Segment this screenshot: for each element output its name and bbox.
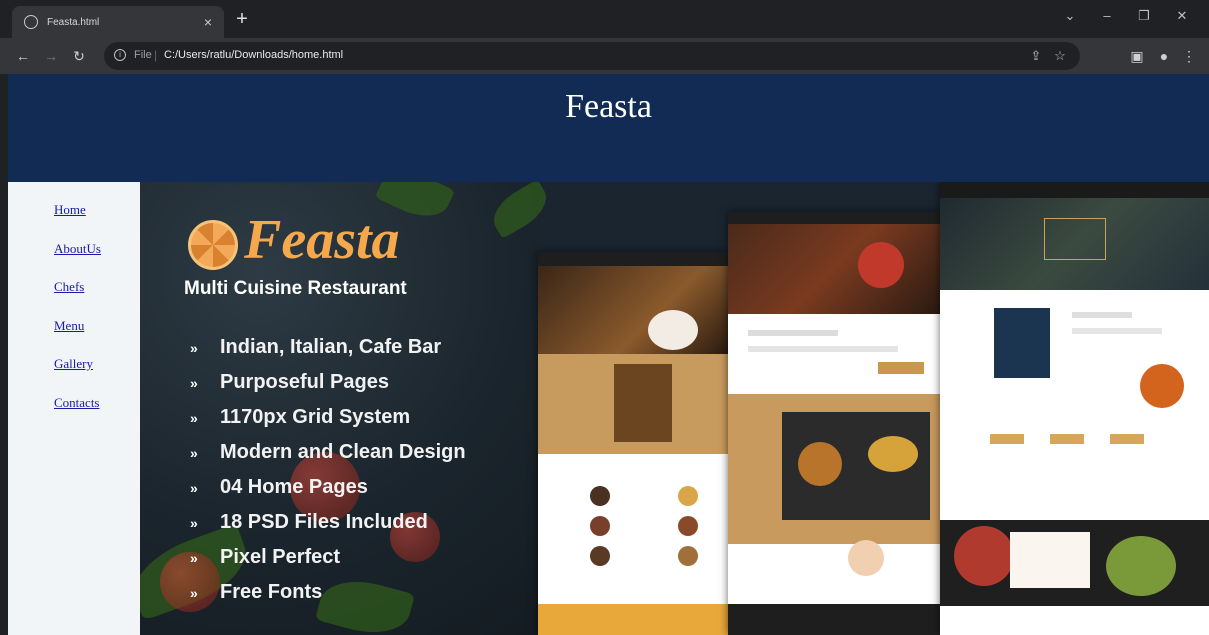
url-text[interactable]: C:/Users/ratlu/Downloads/home.html <box>164 49 343 61</box>
price-tag <box>1050 434 1084 444</box>
mockup-portrait <box>614 364 672 442</box>
brand-logo-text: Feasta <box>244 209 400 271</box>
sidebar-icon[interactable]: ▣ <box>1128 47 1146 65</box>
feature-item: » 04 Home Pages <box>190 476 368 498</box>
form-button <box>878 362 924 374</box>
address-bar[interactable]: i File | C:/Users/ratlu/Downloads/home.h… <box>104 42 1080 70</box>
feature-item: » 18 PSD Files Included <box>190 511 428 533</box>
site-header: Feasta <box>8 74 1209 182</box>
template-mockup-restaurant <box>940 182 1209 635</box>
dish-graphic <box>590 546 610 566</box>
chevron-right-icon: » <box>190 339 198 356</box>
nav-link-chefs[interactable]: Chefs <box>54 279 84 294</box>
mockup-chef <box>728 544 940 604</box>
minimize-button[interactable]: – <box>1097 8 1117 24</box>
coffee-cup-graphic <box>648 310 698 350</box>
nav-link-home[interactable]: Home <box>54 202 86 217</box>
mockup-form <box>728 314 940 394</box>
restore-button[interactable]: ❐ <box>1134 8 1154 24</box>
mockup-footer <box>728 604 940 635</box>
chevron-right-icon: » <box>190 549 198 566</box>
menu-kebab-icon[interactable]: ⋮ <box>1180 47 1198 65</box>
template-mockup-cafe <box>538 252 728 635</box>
spice-bowl-graphic <box>1140 364 1184 408</box>
mockup-footer <box>940 606 1209 635</box>
nav-link-contacts[interactable]: Contacts <box>54 395 100 410</box>
chevron-right-icon: » <box>190 374 198 391</box>
form-line <box>748 346 898 352</box>
feature-item: » 1170px Grid System <box>190 406 411 428</box>
pizza-logo-icon <box>188 220 238 270</box>
hero-emblem <box>1044 218 1106 260</box>
nav-link-aboutus[interactable]: AboutUs <box>54 241 101 256</box>
template-mockup-pizza <box>728 212 940 635</box>
profile-icon[interactable]: ● <box>1155 47 1173 65</box>
dish-graphic <box>678 486 698 506</box>
promo-banner-image: Feasta Multi Cuisine Restaurant » Indian,… <box>140 182 1209 635</box>
dish-graphic <box>590 486 610 506</box>
tomato-graphic <box>858 242 904 288</box>
pizza-graphic <box>868 436 918 472</box>
reload-icon[interactable]: ↻ <box>70 47 88 65</box>
reservation-box <box>1010 532 1090 588</box>
info-icon[interactable]: i <box>114 49 126 61</box>
price-tag <box>990 434 1024 444</box>
mockup-hero <box>538 266 728 354</box>
chevron-right-icon: » <box>190 584 198 601</box>
brand-tagline: Multi Cuisine Restaurant <box>184 278 407 299</box>
url-separator: | <box>154 48 158 62</box>
browser-tab[interactable]: Feasta.html × <box>12 6 224 38</box>
star-icon[interactable]: ☆ <box>1052 48 1068 64</box>
price-tag <box>1110 434 1144 444</box>
feature-item: » Modern and Clean Design <box>190 441 466 463</box>
close-window-button[interactable]: ✕ <box>1172 8 1192 24</box>
tomato-graphic <box>954 526 1014 586</box>
chef-graphic <box>848 540 884 576</box>
share-icon[interactable]: ⇪ <box>1028 48 1044 64</box>
burger-graphic <box>798 442 842 486</box>
dish-graphic <box>678 516 698 536</box>
feature-item: » Indian, Italian, Cafe Bar <box>190 336 442 358</box>
mockup-footer <box>538 604 728 635</box>
nav-link-gallery[interactable]: Gallery <box>54 356 93 371</box>
promo-panel: Feasta Multi Cuisine Restaurant » Indian,… <box>140 182 555 635</box>
feature-item: » Purposeful Pages <box>190 371 389 393</box>
tab-search-icon[interactable]: ⌄ <box>1060 8 1080 24</box>
url-scheme: File <box>134 49 152 61</box>
dish-graphic <box>590 516 610 536</box>
salad-graphic <box>1106 536 1176 596</box>
side-nav: Home AboutUs Chefs Menu Gallery Contacts <box>8 182 140 635</box>
mockup-menu <box>538 454 728 604</box>
text-line <box>1072 312 1132 318</box>
mockup-nav <box>940 182 1209 198</box>
mockup-hero <box>728 224 940 314</box>
site-title: Feasta <box>565 88 652 125</box>
form-line <box>748 330 838 336</box>
feature-list: » Indian, Italian, Cafe Bar » Purposeful P… <box>190 330 466 610</box>
tab-strip: Feasta.html × + ⌄ – ❐ ✕ <box>0 0 1209 38</box>
new-tab-button[interactable]: + <box>230 7 254 31</box>
globe-icon <box>24 15 38 29</box>
dish-graphic <box>678 546 698 566</box>
back-arrow-icon[interactable]: ← <box>14 47 32 65</box>
mockup-nav <box>538 252 728 266</box>
tab-title: Feasta.html <box>47 16 100 28</box>
chevron-right-icon: » <box>190 409 198 426</box>
chevron-right-icon: » <box>190 479 198 496</box>
mockup-card <box>994 308 1050 378</box>
feature-item: » Free Fonts <box>190 581 323 603</box>
close-tab-icon[interactable]: × <box>204 15 212 29</box>
web-page: Feasta Home AboutUs Chefs Menu Gallery C… <box>8 74 1209 635</box>
feature-item: » Pixel Perfect <box>190 546 341 568</box>
text-line <box>1072 328 1162 334</box>
leaf-decoration <box>485 182 555 239</box>
chevron-right-icon: » <box>190 444 198 461</box>
mockup-nav <box>728 212 940 224</box>
forward-arrow-icon[interactable]: → <box>42 47 60 65</box>
chevron-right-icon: » <box>190 514 198 531</box>
nav-link-menu[interactable]: Menu <box>54 318 84 333</box>
